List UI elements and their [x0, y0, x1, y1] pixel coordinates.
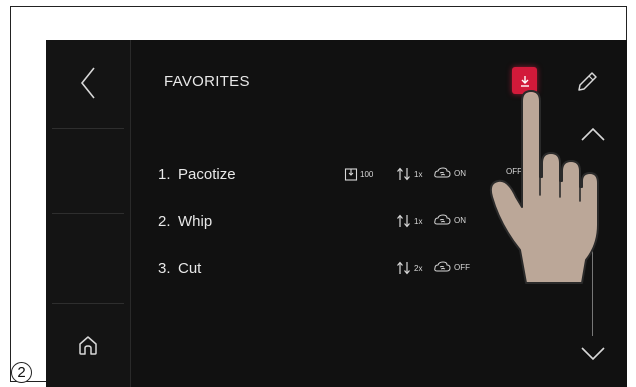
sidebar-divider	[52, 128, 124, 129]
favorite-number: 1.	[158, 166, 171, 183]
sidebar-divider	[52, 213, 124, 214]
device-screen: FAVORITES 1. Pacotize 100 1x ON OFF 2. W…	[46, 40, 627, 387]
favorite-row-2[interactable]: 2. Whip 1x ON	[158, 210, 518, 234]
up-down-arrows-icon	[397, 214, 410, 228]
repeat-setting: 1x	[396, 214, 422, 228]
repeat-value: 1x	[414, 216, 423, 226]
page-title: FAVORITES	[164, 73, 250, 90]
cloud-air-icon	[434, 261, 451, 272]
favorite-number: 2.	[158, 213, 171, 230]
scroll-down-button[interactable]	[580, 345, 606, 366]
chevron-down-icon	[581, 347, 605, 361]
airflow-setting: ON	[434, 214, 466, 226]
sidebar	[46, 40, 131, 387]
up-down-arrows-icon	[397, 261, 410, 275]
step-number-badge: 2	[11, 362, 32, 383]
repeat-setting: 2x	[396, 261, 422, 275]
repeat-value: 1x	[414, 169, 423, 179]
airflow-setting: OFF	[434, 261, 470, 273]
back-button[interactable]	[46, 52, 130, 114]
portions-setting: 100	[344, 167, 373, 181]
favorite-name: Cut	[178, 260, 202, 277]
sidebar-divider	[52, 303, 124, 304]
home-button[interactable]	[46, 322, 130, 368]
cloud-air-icon	[434, 167, 451, 178]
pointing-hand-icon	[489, 90, 599, 284]
home-icon	[79, 336, 97, 355]
repeat-setting: 1x	[396, 167, 422, 181]
portions-value: 100	[360, 169, 374, 179]
favorite-name: Pacotize	[178, 166, 236, 183]
favorite-number: 3.	[158, 260, 171, 277]
favorite-row-3[interactable]: 3. Cut 2x OFF	[158, 257, 518, 281]
favorite-name: Whip	[178, 213, 213, 230]
airflow-value: ON	[454, 215, 466, 225]
favorite-row-1[interactable]: 1. Pacotize 100 1x ON OFF	[158, 163, 522, 187]
airflow-value: ON	[454, 168, 466, 178]
repeat-value: 2x	[414, 263, 423, 273]
airflow-value: OFF	[454, 262, 470, 272]
airflow-setting: ON	[434, 167, 466, 179]
chevron-left-icon	[80, 67, 95, 99]
portions-icon	[344, 168, 358, 181]
up-down-arrows-icon	[397, 167, 410, 181]
cloud-air-icon	[434, 214, 451, 225]
